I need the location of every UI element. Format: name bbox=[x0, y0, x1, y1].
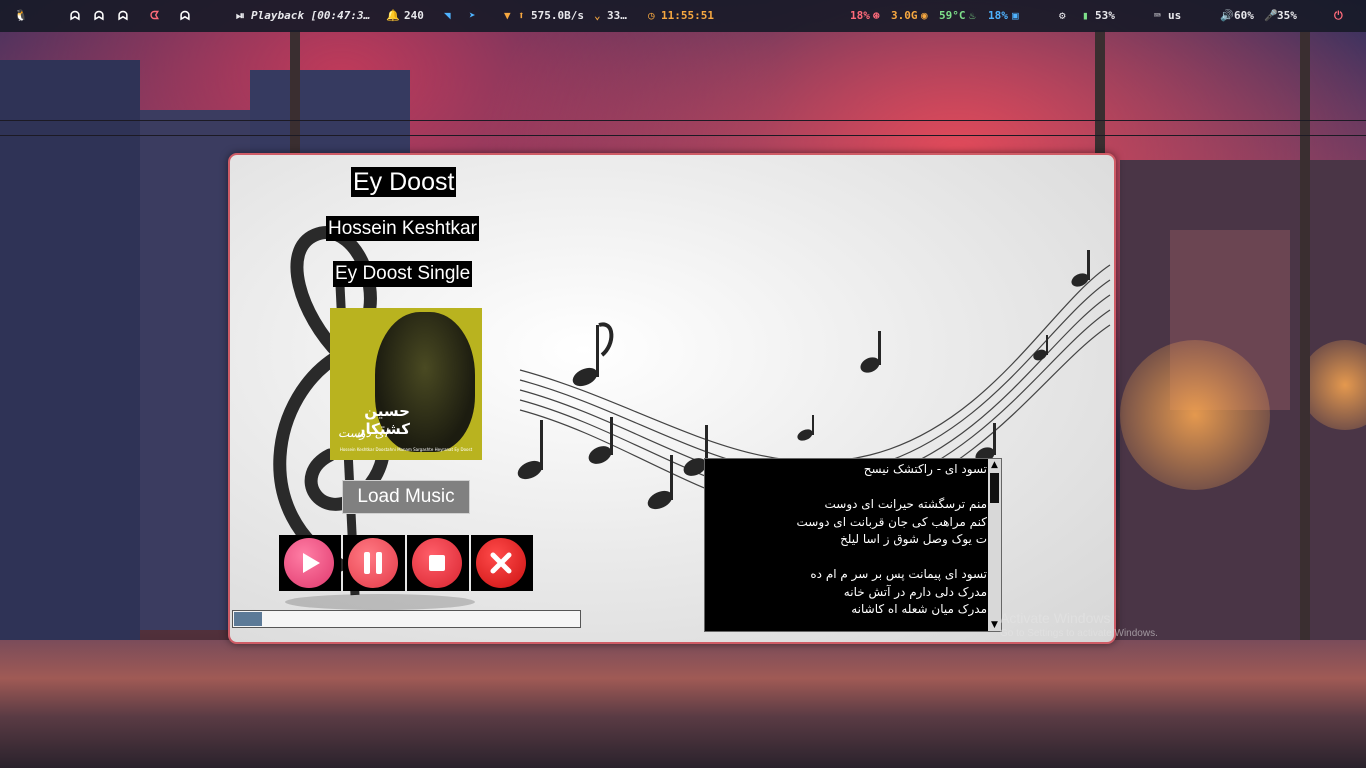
stop-button[interactable] bbox=[412, 538, 462, 588]
activate-windows-watermark: Activate Windows Go to Settings to activ… bbox=[1000, 610, 1158, 642]
battery-level: 53% bbox=[1095, 9, 1115, 22]
workspace-3-ghost-icon[interactable]: ᗣ bbox=[118, 0, 128, 32]
keyboard-layout[interactable]: us bbox=[1168, 0, 1181, 32]
workspace-2-ghost-icon[interactable]: ᗣ bbox=[94, 0, 104, 32]
play-pause-icon[interactable]: ⏯ bbox=[236, 0, 245, 32]
microphone-icon[interactable]: 🎤 bbox=[1264, 0, 1278, 32]
music-player-window: Ey Doost Hossein Keshtkar Ey Doost Singl… bbox=[228, 153, 1116, 644]
close-button-frame bbox=[471, 535, 533, 591]
workspace-5-ghost-icon[interactable]: ᗣ bbox=[180, 0, 190, 32]
chevron-down-icon: ⌄ bbox=[594, 9, 601, 22]
disk-usage: 18% bbox=[988, 9, 1008, 22]
clock-icon: ◷ bbox=[648, 9, 655, 22]
cpu-icon: ⊛ bbox=[873, 9, 880, 22]
ram-usage: 3.0G bbox=[891, 9, 918, 22]
album-name: Ey Doost Single bbox=[333, 261, 473, 287]
playback-progress-bar[interactable] bbox=[232, 610, 581, 628]
lyrics-text: تسود ای - راکتشک نیسح منم ترسگشته حیرانت… bbox=[796, 462, 987, 616]
network-speed: 575.0B/s bbox=[531, 9, 584, 22]
keyboard-icon[interactable]: ⌨ bbox=[1154, 0, 1161, 32]
volume-level[interactable]: 60% bbox=[1234, 0, 1254, 32]
flame-icon: ♨ bbox=[969, 9, 976, 22]
power-icon[interactable]: ⏻ bbox=[1334, 0, 1343, 32]
clock-time[interactable]: 11:55:51 bbox=[661, 0, 714, 32]
workspace-4-pacman-icon[interactable]: ᗧ bbox=[150, 0, 159, 32]
network-extra: 33… bbox=[607, 9, 627, 22]
arrow-down-icon: ▼ bbox=[504, 9, 511, 22]
disk-icon: ▣ bbox=[1012, 9, 1019, 22]
play-button[interactable] bbox=[284, 538, 334, 588]
close-button[interactable] bbox=[476, 538, 526, 588]
battery-icon: ▮ bbox=[1082, 9, 1089, 22]
album-cover-art: حسین کشتکار ای دوست Hossein Keshtkar Doo… bbox=[330, 308, 482, 460]
stop-icon bbox=[429, 555, 445, 571]
workspace-1-ghost-icon[interactable]: ᗣ bbox=[70, 0, 80, 32]
progress-fill bbox=[234, 612, 262, 626]
watermark-line-2: Go to Settings to activate Windows. bbox=[1000, 628, 1158, 639]
pause-button-frame bbox=[343, 535, 405, 591]
mic-level[interactable]: 35% bbox=[1277, 0, 1297, 32]
speaker-icon[interactable]: 🔊 bbox=[1220, 0, 1234, 32]
scrollbar-thumb[interactable] bbox=[990, 473, 999, 503]
song-title: Ey Doost bbox=[351, 167, 457, 197]
cover-caption: Hossein Keshtkar Doostahni Manam Sargash… bbox=[339, 447, 473, 452]
lyrics-box[interactable]: تسود ای - راکتشک نیسح منم ترسگشته حیرانت… bbox=[704, 458, 1002, 632]
cover-subtitle-fa: ای دوست bbox=[338, 426, 388, 440]
pause-button[interactable] bbox=[348, 538, 398, 588]
memory-icon: ◉ bbox=[921, 9, 928, 22]
gear-icon[interactable]: ⚙ bbox=[1059, 0, 1066, 32]
wifi-icon[interactable]: ◥ bbox=[444, 0, 451, 32]
linux-tux-icon[interactable]: 🐧 bbox=[14, 0, 28, 32]
scroll-up-arrow-icon[interactable]: ▲ bbox=[988, 459, 1001, 471]
notification-count: 240 bbox=[404, 9, 424, 22]
arrow-up-icon: ⬆ bbox=[518, 9, 525, 22]
play-icon bbox=[303, 553, 320, 573]
bell-icon[interactable]: 🔔 bbox=[386, 0, 400, 32]
temperature: 59°C bbox=[939, 9, 966, 22]
watermark-line-1: Activate Windows bbox=[1000, 610, 1111, 626]
play-button-frame bbox=[279, 535, 341, 591]
media-playback-text[interactable]: Playback [00:47:3… bbox=[251, 0, 370, 32]
close-icon bbox=[490, 552, 512, 574]
top-status-bar: 🐧 ᗣ ᗣ ᗣ ᗧ ᗣ ⏯ Playback [00:47:3… 🔔 240 ◥… bbox=[0, 0, 1366, 32]
cpu-usage: 18% bbox=[850, 9, 870, 22]
pause-icon bbox=[364, 552, 382, 574]
telegram-icon[interactable]: ➤ bbox=[469, 0, 476, 32]
load-music-button[interactable]: Load Music bbox=[342, 480, 470, 514]
lyrics-scrollbar[interactable]: ▲ ▼ bbox=[988, 459, 1001, 631]
stop-button-frame bbox=[407, 535, 469, 591]
artist-name: Hossein Keshtkar bbox=[326, 216, 479, 241]
